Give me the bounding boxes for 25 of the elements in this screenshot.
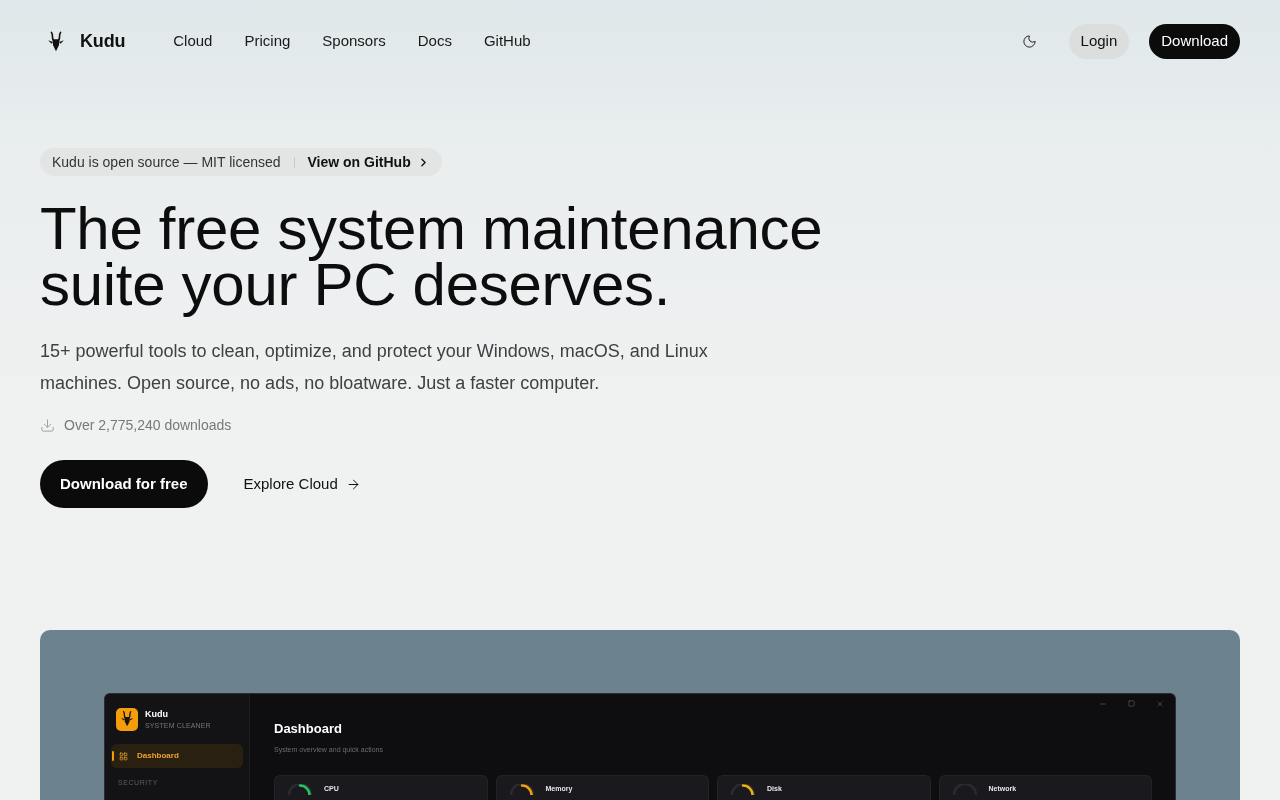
dashboard-title: Dashboard <box>274 721 343 737</box>
download-count: Over 2,775,240 downloads <box>64 415 232 435</box>
explore-cloud-link[interactable]: Explore Cloud <box>243 472 361 496</box>
nav-link[interactable]: Docs <box>417 30 452 53</box>
maximize-icon[interactable] <box>1128 700 1135 707</box>
moon-icon <box>1022 34 1038 49</box>
github-link[interactable]: View on GitHub <box>307 151 430 173</box>
active-indicator <box>112 751 114 761</box>
download-for-free-button[interactable]: Download for free <box>40 460 208 508</box>
app-brand-name: Kudu <box>145 709 169 720</box>
hero-description: 15+ powerful tools to clean, optimize, and protect your Windows, macOS, and Linux machines. Open source, no ads, no bloatware. Just a faster computer. <box>40 340 709 395</box>
close-icon[interactable] <box>1156 699 1164 708</box>
grid-icon <box>119 751 128 761</box>
arrow-right-icon <box>345 476 361 492</box>
login-button[interactable]: Login <box>1068 24 1130 59</box>
download-button[interactable]: Download <box>1149 24 1240 59</box>
antelope-logo-icon <box>116 708 138 731</box>
nav-link[interactable]: GitHub <box>483 30 531 53</box>
sidebar-nav-item[interactable]: Dashboard <box>111 744 243 768</box>
brand-name: Kudu <box>80 30 126 53</box>
download-icon <box>40 417 55 433</box>
nav-link[interactable]: Pricing <box>244 30 291 53</box>
nav-link[interactable]: Cloud <box>173 30 213 53</box>
announcement-text: Kudu is open source — MIT licensed <box>52 152 281 172</box>
nav-link[interactable]: Sponsors <box>322 30 386 53</box>
